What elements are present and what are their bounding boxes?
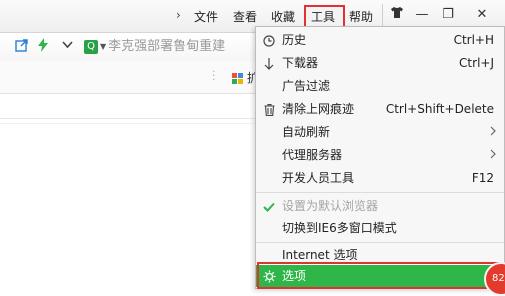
search-input[interactable]: 李克强部署鲁甸重建 bbox=[108, 39, 225, 54]
menu-item-auto-refresh[interactable]: 自动刷新 bbox=[256, 121, 504, 143]
lightning-icon[interactable] bbox=[35, 38, 51, 54]
menu-item-label: 设置为默认浏览器 bbox=[282, 199, 379, 213]
submenu-chevron-icon bbox=[490, 121, 496, 143]
menu-item-label: 下载器 bbox=[282, 56, 319, 70]
menu-tools[interactable]: 工具 bbox=[311, 8, 335, 25]
content-divider bbox=[0, 123, 255, 124]
submenu-chevron-icon bbox=[490, 144, 496, 166]
menubar-overflow-chevron[interactable]: › bbox=[176, 8, 181, 22]
menu-favorites[interactable]: 收藏 bbox=[271, 8, 295, 25]
notification-badge[interactable]: 82 bbox=[484, 262, 505, 296]
minimize-button[interactable]: — bbox=[411, 4, 433, 26]
menu-separator bbox=[256, 242, 504, 243]
menu-item-developer-tools[interactable]: 开发人员工具 F12 bbox=[256, 167, 504, 189]
restore-button[interactable]: ❐ bbox=[437, 4, 459, 26]
shirt-icon[interactable] bbox=[386, 4, 408, 26]
menu-item-shortcut: Ctrl+J bbox=[459, 56, 494, 70]
menu-item-ad-filter[interactable]: 广告过滤 bbox=[256, 75, 504, 97]
content-divider bbox=[0, 118, 255, 119]
menu-item-shortcut: Ctrl+Shift+Delete bbox=[385, 102, 494, 116]
menu-file[interactable]: 文件 bbox=[194, 8, 218, 25]
menu-item-proxy-server[interactable]: 代理服务器 bbox=[256, 144, 504, 166]
menu-separator bbox=[256, 192, 504, 193]
menu-item-history[interactable]: 历史 Ctrl+H bbox=[256, 29, 504, 51]
menu-item-label: 代理服务器 bbox=[282, 148, 343, 162]
menu-item-set-default-browser: 设置为默认浏览器 bbox=[256, 195, 504, 217]
menu-item-shortcut: F12 bbox=[471, 171, 494, 185]
checkmark-icon bbox=[261, 195, 277, 217]
window-button-separator bbox=[382, 4, 383, 26]
apps-grid-icon bbox=[232, 73, 243, 84]
menu-item-shortcut: Ctrl+H bbox=[453, 33, 494, 47]
menu-item-label: 开发人员工具 bbox=[282, 171, 355, 185]
menu-view[interactable]: 查看 bbox=[233, 8, 257, 25]
menu-item-label: 切换到IE6多窗口模式 bbox=[282, 221, 397, 235]
menu-item-label: 历史 bbox=[282, 33, 307, 47]
clock-icon bbox=[261, 29, 277, 51]
share-icon[interactable] bbox=[14, 38, 30, 54]
menu-item-label: 广告过滤 bbox=[282, 79, 331, 93]
menu-item-downloader[interactable]: 下载器 Ctrl+J bbox=[256, 52, 504, 74]
download-arrow-icon bbox=[261, 52, 277, 74]
trash-icon bbox=[261, 98, 277, 120]
drag-handle-icon[interactable]: · · · bbox=[212, 66, 216, 85]
search-engine-icon[interactable]: Q bbox=[84, 39, 98, 54]
search-box[interactable]: Q ▼ 李克强部署鲁甸重建 bbox=[84, 37, 254, 57]
menu-item-clear-history[interactable]: 清除上网痕迹 Ctrl+Shift+Delete bbox=[256, 98, 504, 120]
options-highlight bbox=[257, 262, 502, 289]
search-engine-dropdown-icon[interactable]: ▼ bbox=[100, 37, 106, 57]
menu-item-switch-ie6-mode[interactable]: 切换到IE6多窗口模式 bbox=[256, 217, 504, 239]
page-content bbox=[0, 94, 255, 289]
chevron-down-icon[interactable] bbox=[59, 38, 75, 54]
menu-item-label: 自动刷新 bbox=[282, 125, 331, 139]
tools-dropdown-menu: 历史 Ctrl+H 下载器 Ctrl+J 广告过滤 清除上网痕迹 Ctrl+Sh… bbox=[255, 26, 505, 289]
close-button[interactable]: ✕ bbox=[471, 4, 493, 26]
menu-item-label: 清除上网痕迹 bbox=[282, 102, 355, 116]
menu-help[interactable]: 帮助 bbox=[349, 8, 373, 25]
